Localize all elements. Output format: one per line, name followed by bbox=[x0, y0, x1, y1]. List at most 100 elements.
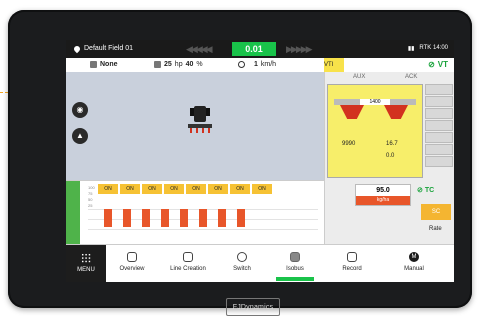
isobus-icon bbox=[290, 252, 300, 262]
tab-vti[interactable]: VTI bbox=[324, 58, 344, 72]
hopper-right-icon bbox=[384, 105, 408, 119]
section-toggle[interactable]: ON bbox=[252, 184, 272, 194]
record-button[interactable]: Record bbox=[330, 245, 374, 282]
spreader-bar-value: 1400 bbox=[360, 99, 390, 105]
section-toggle[interactable]: ON bbox=[142, 184, 162, 194]
switch-label: Switch bbox=[233, 266, 251, 272]
isobus-vt-panel: AUX ACK 1400 9990 16.7 0.0 bbox=[324, 72, 454, 180]
field-selector[interactable]: Default Field 01 bbox=[72, 44, 134, 53]
right-deviation-arrows-icon: ▶▶▶▶▶ bbox=[286, 44, 313, 54]
vt-softkey[interactable] bbox=[425, 156, 453, 167]
section-toggle[interactable]: ON bbox=[98, 184, 118, 194]
rate-value: 95.0 bbox=[376, 187, 390, 194]
section-toggle[interactable]: ON bbox=[208, 184, 228, 194]
vt-softkeys bbox=[425, 84, 453, 178]
vt-softkey[interactable] bbox=[425, 132, 453, 143]
section-control: 100 75 50 25 ON ON ON ON ON ON ON ON bbox=[66, 180, 324, 245]
section-on-row: ON ON ON ON ON ON ON ON bbox=[98, 184, 272, 194]
spreader-display: 1400 9990 16.7 0.0 bbox=[327, 84, 423, 178]
section-status-bar[interactable] bbox=[66, 181, 80, 245]
field-name: Default Field 01 bbox=[84, 45, 134, 52]
tractor-icon bbox=[188, 106, 212, 133]
section-toggle[interactable]: ON bbox=[164, 184, 184, 194]
grid-icon bbox=[81, 253, 91, 263]
section-rate-bar bbox=[180, 209, 188, 227]
section-toggle[interactable]: ON bbox=[230, 184, 250, 194]
section-rate-bar bbox=[142, 209, 150, 227]
rate-unit: kg/ha bbox=[356, 196, 410, 205]
vt-value-2: 16.7 bbox=[386, 141, 398, 147]
section-toggle[interactable]: ON bbox=[186, 184, 206, 194]
speedometer-icon bbox=[238, 61, 245, 68]
engine-icon bbox=[154, 61, 161, 68]
signal-icon: ▮▮ bbox=[407, 46, 415, 52]
record-label: Record bbox=[342, 266, 362, 272]
rate-label: Rate bbox=[429, 226, 442, 232]
brand-logo: FJDynamics bbox=[226, 298, 280, 316]
section-rate-bar bbox=[237, 209, 245, 227]
section-rate-bar bbox=[218, 209, 226, 227]
vt-softkey[interactable] bbox=[425, 84, 453, 95]
speed-value: 1 bbox=[254, 61, 258, 68]
decorative-marker bbox=[0, 92, 8, 93]
active-indicator bbox=[276, 277, 314, 281]
vt-softkey[interactable] bbox=[425, 144, 453, 155]
hopper-left-icon bbox=[340, 105, 364, 119]
isobus-label: Isobus bbox=[286, 266, 304, 272]
left-deviation-arrows-icon: ◀◀◀◀◀ bbox=[186, 44, 213, 54]
location-pin-icon bbox=[72, 44, 82, 53]
compass-icon[interactable]: ▲ bbox=[72, 128, 88, 144]
manual-button[interactable]: M Manual bbox=[392, 245, 436, 282]
rtk-time: RTK 14:00 bbox=[419, 45, 448, 51]
section-toggle[interactable]: ON bbox=[120, 184, 140, 194]
vt-softkey[interactable] bbox=[425, 108, 453, 119]
tc-label: TC bbox=[424, 187, 435, 194]
vt-softkey[interactable] bbox=[425, 96, 453, 107]
sc-button[interactable]: SC bbox=[421, 204, 451, 220]
vt-softkey[interactable] bbox=[425, 120, 453, 131]
camera-icon[interactable]: ◉ bbox=[72, 102, 88, 118]
grid-line bbox=[88, 229, 318, 230]
line-creation-button[interactable]: Line Creation bbox=[160, 245, 216, 282]
vt-status-badge: ⊘ VT bbox=[428, 60, 448, 69]
speed-readout: 1 km/h bbox=[238, 61, 276, 68]
profile-selector[interactable]: None bbox=[90, 61, 118, 68]
percent-unit: % bbox=[196, 61, 203, 68]
manual-icon: M bbox=[409, 252, 419, 262]
power-value: 25 bbox=[164, 61, 172, 68]
spreader-bar: 1400 bbox=[334, 99, 416, 105]
record-icon bbox=[347, 252, 357, 262]
section-scale: 100 75 50 25 bbox=[88, 185, 95, 209]
switch-icon bbox=[237, 252, 247, 262]
field-map[interactable]: ◉ ▲ bbox=[66, 72, 324, 180]
vt-value-3: 0.0 bbox=[386, 153, 395, 159]
power-unit: hp bbox=[174, 61, 183, 68]
section-rate-bar bbox=[161, 209, 169, 227]
aux-label: AUX bbox=[353, 74, 366, 80]
line-creation-label: Line Creation bbox=[170, 266, 206, 272]
overview-button[interactable]: Overview bbox=[110, 245, 154, 282]
manual-label: Manual bbox=[404, 266, 424, 272]
power-readout: 25 hp 40 % bbox=[154, 61, 203, 68]
app-screen: Default Field 01 ◀◀◀◀◀ 0.01 ▶▶▶▶▶ ▮▮ RTK… bbox=[66, 40, 454, 282]
line-creation-icon bbox=[183, 252, 193, 262]
profile-label: None bbox=[100, 61, 118, 68]
speed-unit: km/h bbox=[260, 61, 277, 68]
xte-value: 0.01 bbox=[232, 42, 276, 56]
switch-button[interactable]: Switch bbox=[222, 245, 262, 282]
rate-panel: 95.0 kg/ha ⊘ TC SC Rate bbox=[324, 180, 454, 244]
vt-value-1: 9990 bbox=[342, 141, 356, 147]
menu-button[interactable]: MENU bbox=[66, 245, 106, 282]
profile-icon bbox=[90, 61, 97, 68]
ack-label: ACK bbox=[405, 74, 418, 80]
menu-label: MENU bbox=[77, 267, 95, 273]
percent-value: 40 bbox=[185, 61, 194, 68]
overview-icon bbox=[127, 252, 137, 262]
section-rate-bar bbox=[123, 209, 131, 227]
isobus-button[interactable]: Isobus bbox=[272, 245, 318, 282]
vt-status-label: VT bbox=[437, 60, 448, 69]
bottom-nav: MENU Overview Line Creation Switch Isobu… bbox=[66, 244, 454, 282]
overview-label: Overview bbox=[119, 266, 145, 272]
rate-box[interactable]: 95.0 kg/ha bbox=[355, 184, 411, 206]
section-rate-bar bbox=[199, 209, 207, 227]
